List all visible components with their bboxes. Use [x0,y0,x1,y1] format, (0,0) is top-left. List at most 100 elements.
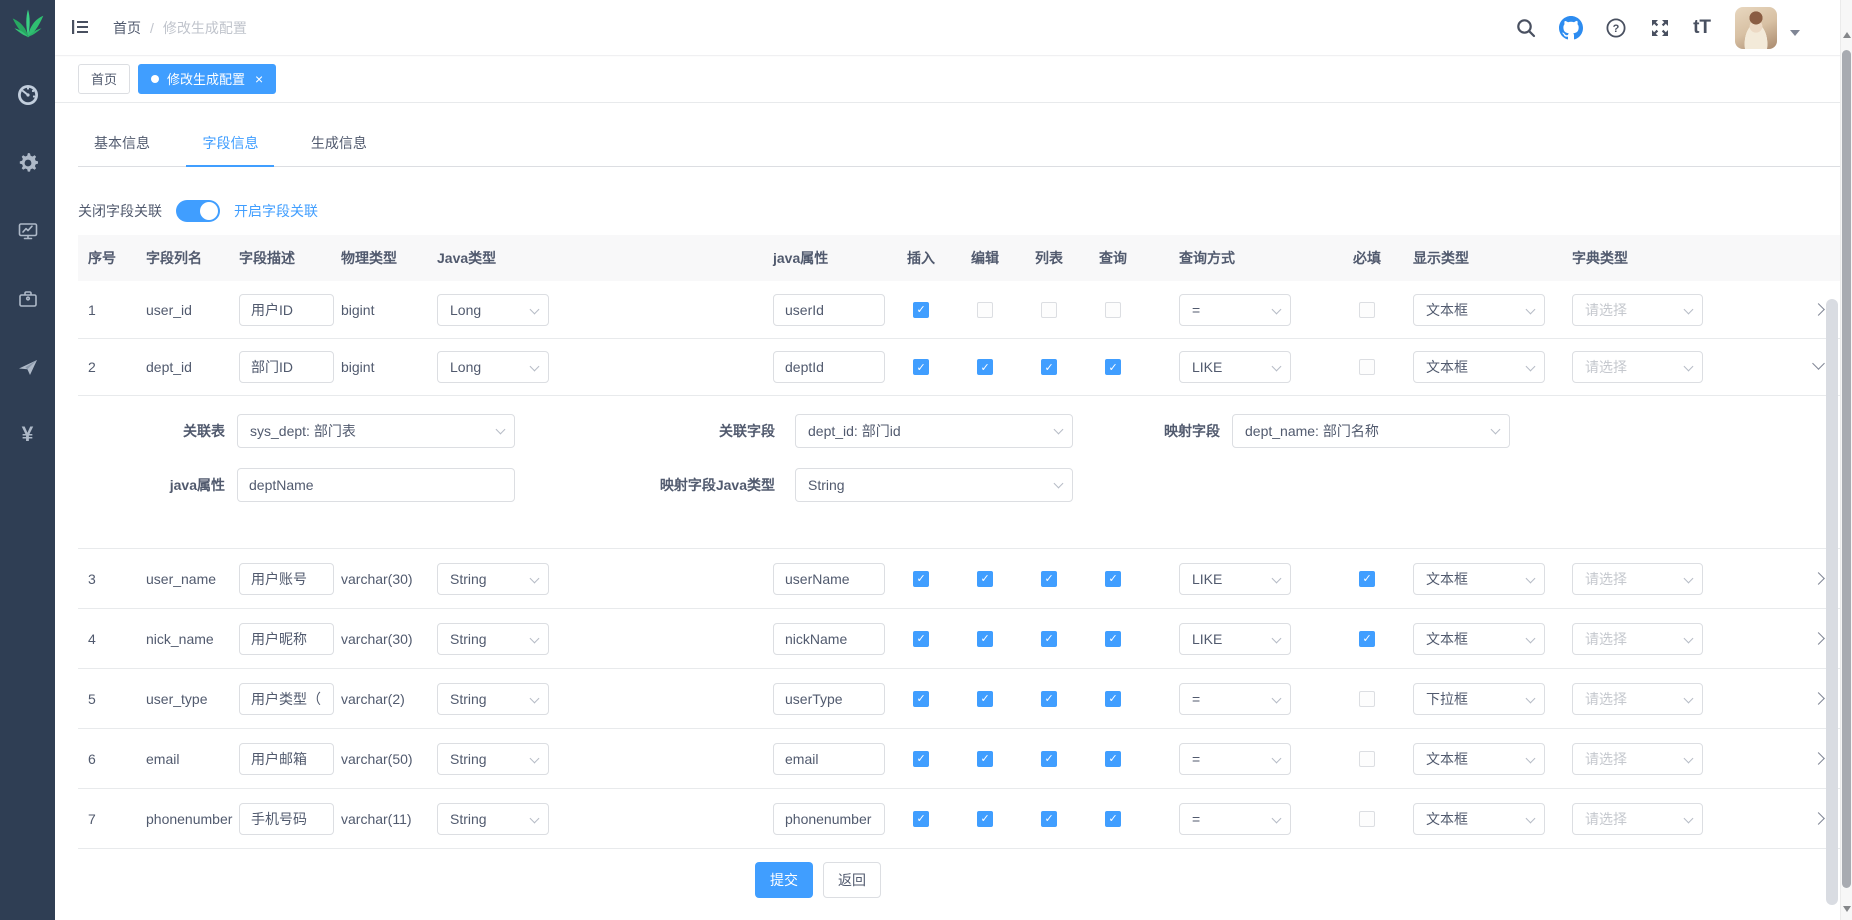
cb-list[interactable] [1041,811,1057,827]
github-link[interactable] [1559,16,1583,40]
java-field-input[interactable] [773,294,885,326]
column-desc-input[interactable] [239,294,334,326]
sidebar-collapse-button[interactable] [70,17,90,42]
cb-query[interactable] [1105,302,1121,318]
row-expand-icon[interactable] [1812,752,1825,765]
dict-type-select[interactable]: 请选择 [1572,623,1703,655]
cb-list[interactable] [1041,302,1057,318]
cb-edit[interactable] [977,751,993,767]
query-type-select[interactable]: = [1179,803,1291,835]
dict-type-select[interactable]: 请选择 [1572,683,1703,715]
query-type-select[interactable]: = [1179,683,1291,715]
sidebar-item-official-site[interactable] [0,333,55,401]
java-field-input[interactable] [773,563,885,595]
cb-query[interactable] [1105,811,1121,827]
fullscreen-button[interactable] [1649,17,1671,39]
sidebar-item-tools[interactable] [0,265,55,333]
dict-type-select[interactable]: 请选择 [1572,563,1703,595]
query-type-select[interactable]: LIKE [1179,351,1291,383]
row-expand-icon[interactable] [1812,357,1825,370]
column-desc-input[interactable] [239,351,334,383]
cb-query[interactable] [1105,751,1121,767]
cb-insert[interactable] [913,811,929,827]
row-expand-icon[interactable] [1812,632,1825,645]
dict-type-select[interactable]: 请选择 [1572,743,1703,775]
java-field-input[interactable] [773,683,885,715]
row-expand-icon[interactable] [1812,692,1825,705]
java-type-select[interactable]: String [437,743,549,775]
cb-edit[interactable] [977,571,993,587]
html-type-select[interactable]: 下拉框 [1413,683,1545,715]
java-type-select[interactable]: Long [437,351,549,383]
breadcrumb-home[interactable]: 首页 [113,18,141,38]
tab-basic-info[interactable]: 基本信息 [78,120,166,166]
cb-required[interactable] [1359,751,1375,767]
cb-insert[interactable] [913,359,929,375]
cb-query[interactable] [1105,631,1121,647]
java-type-select[interactable]: String [437,563,549,595]
cb-required[interactable] [1359,811,1375,827]
cb-required[interactable] [1359,691,1375,707]
java-type-select[interactable]: Long [437,294,549,326]
html-type-select[interactable]: 文本框 [1413,563,1545,595]
cb-edit[interactable] [977,359,993,375]
cb-query[interactable] [1105,359,1121,375]
tag-home[interactable]: 首页 [78,64,130,94]
cb-list[interactable] [1041,571,1057,587]
cb-required[interactable] [1359,571,1375,587]
html-type-select[interactable]: 文本框 [1413,623,1545,655]
cb-insert[interactable] [913,691,929,707]
query-type-select[interactable]: LIKE [1179,623,1291,655]
cb-edit[interactable] [977,302,993,318]
column-desc-input[interactable] [239,743,334,775]
back-button[interactable]: 返回 [823,862,881,898]
cb-required[interactable] [1359,302,1375,318]
tag-close-icon[interactable]: × [255,71,263,87]
cb-required[interactable] [1359,631,1375,647]
tab-generate-info[interactable]: 生成信息 [295,120,383,166]
scroll-down-arrow-icon[interactable] [1843,906,1851,912]
app-logo[interactable] [0,0,55,50]
scroll-up-arrow-icon[interactable] [1843,32,1851,38]
sidebar-item-dashboard[interactable] [0,61,55,129]
java-field-input[interactable] [773,803,885,835]
relation-toggle-switch[interactable] [176,200,220,222]
query-type-select[interactable]: = [1179,294,1291,326]
relation-enabled-link[interactable]: 开启字段关联 [234,201,318,221]
help-button[interactable]: ? [1605,17,1627,39]
tab-field-info[interactable]: 字段信息 [186,120,274,166]
java-field-input[interactable] [773,743,885,775]
cb-list[interactable] [1041,751,1057,767]
cb-edit[interactable] [977,631,993,647]
cb-required[interactable] [1359,359,1375,375]
html-type-select[interactable]: 文本框 [1413,294,1545,326]
sidebar-item-monitor[interactable] [0,197,55,265]
font-size-button[interactable]: tT [1693,17,1711,39]
cb-list[interactable] [1041,691,1057,707]
query-type-select[interactable]: = [1179,743,1291,775]
cb-list[interactable] [1041,359,1057,375]
user-avatar[interactable] [1735,7,1777,49]
java-attr-input[interactable] [237,468,515,502]
relation-table-select[interactable]: sys_dept: 部门表 [237,414,515,448]
cb-insert[interactable] [913,751,929,767]
java-type-select[interactable]: String [437,803,549,835]
user-menu-caret-icon[interactable] [1790,30,1800,36]
mapping-java-type-select[interactable]: String [795,468,1073,502]
cb-insert[interactable] [913,631,929,647]
html-type-select[interactable]: 文本框 [1413,803,1545,835]
html-type-select[interactable]: 文本框 [1413,743,1545,775]
cb-insert[interactable] [913,571,929,587]
tag-current-page[interactable]: 修改生成配置 × [138,64,276,94]
content-scrollbar-thumb[interactable] [1826,299,1838,905]
html-type-select[interactable]: 文本框 [1413,351,1545,383]
search-button[interactable] [1515,17,1537,39]
dict-type-select[interactable]: 请选择 [1572,351,1703,383]
sidebar-item-finance[interactable]: ¥ [0,401,55,469]
cb-edit[interactable] [977,811,993,827]
java-field-input[interactable] [773,623,885,655]
cb-query[interactable] [1105,691,1121,707]
sidebar-item-settings[interactable] [0,129,55,197]
browser-scrollbar[interactable] [1840,0,1852,920]
column-desc-input[interactable] [239,563,334,595]
